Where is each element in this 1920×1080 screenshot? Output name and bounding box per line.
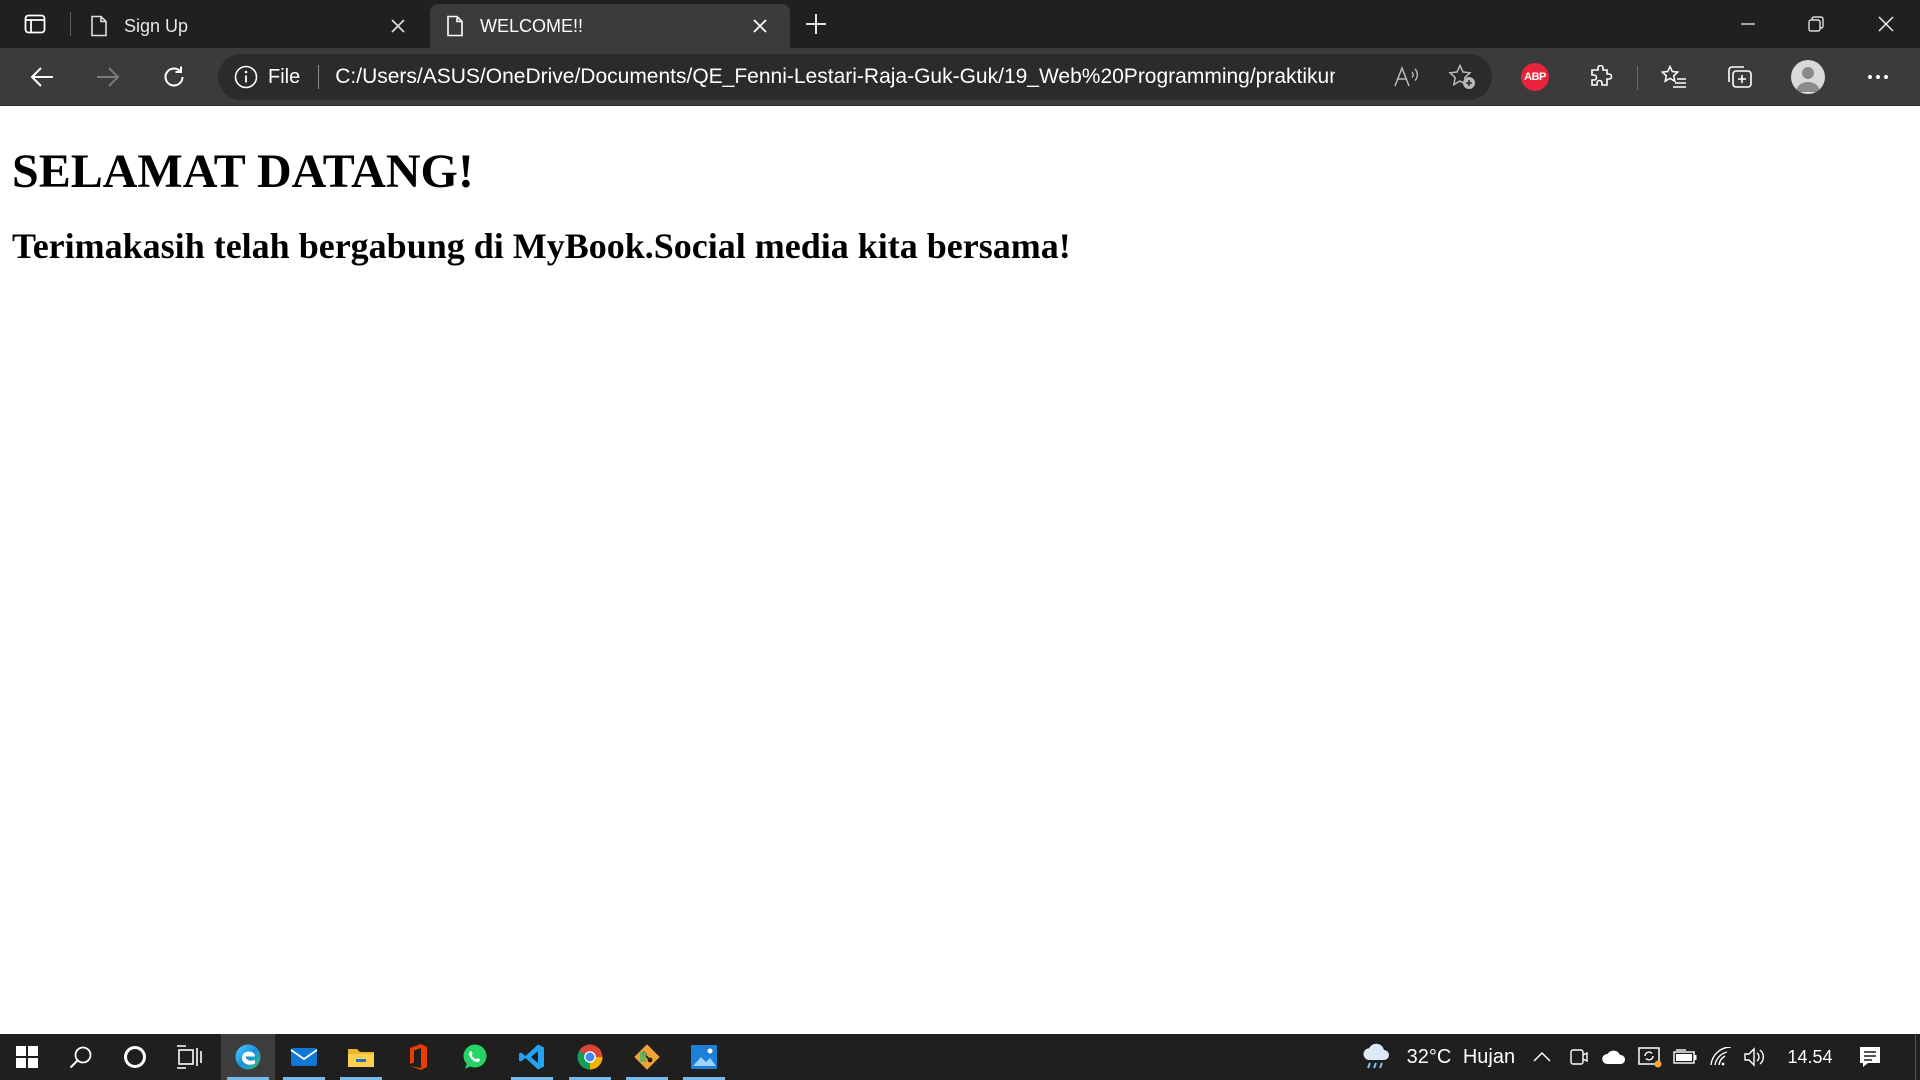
show-hidden-icons-chevron-icon[interactable] [1528, 1034, 1556, 1080]
refresh-button[interactable] [154, 57, 194, 97]
weather-temperature[interactable]: 32°C [1400, 1034, 1458, 1080]
search-icon [69, 1046, 92, 1069]
cortana-button[interactable] [108, 1034, 162, 1080]
weather-icon[interactable] [1356, 1034, 1396, 1080]
profile-button[interactable] [1788, 57, 1828, 97]
star-add-icon [1448, 64, 1475, 89]
taskbar-app-vscode[interactable] [505, 1034, 559, 1080]
battery-icon[interactable] [1670, 1034, 1700, 1080]
browser-toolbar: File C:/Users/ASUS/OneDrive/Documents/QE… [0, 48, 1920, 106]
close-tab-icon[interactable] [746, 12, 774, 40]
page-icon [90, 15, 108, 37]
start-button[interactable] [0, 1034, 54, 1080]
add-favorite-button[interactable] [1442, 57, 1482, 97]
taskbar-app-mail[interactable] [277, 1034, 331, 1080]
tab-actions-button[interactable] [12, 8, 58, 40]
forward-arrow-icon [97, 67, 120, 87]
weather-condition[interactable]: Hujan [1458, 1034, 1520, 1080]
adblock-icon: ABP [1521, 63, 1549, 91]
puzzle-icon [1591, 65, 1613, 86]
restore-button[interactable] [1782, 0, 1850, 48]
show-desktop-button[interactable] [1910, 1034, 1920, 1080]
more-horizontal-icon [1868, 75, 1888, 79]
search-button[interactable] [54, 1034, 108, 1080]
wifi-icon[interactable] [1706, 1034, 1736, 1080]
avatar [1791, 60, 1825, 94]
task-view-button[interactable] [162, 1034, 216, 1080]
collections-button[interactable] [1720, 57, 1760, 97]
cortana-circle-icon [124, 1046, 146, 1068]
notification-center-icon[interactable] [1850, 1034, 1890, 1080]
page-icon [446, 15, 464, 37]
update-status-icon[interactable] [1636, 1034, 1664, 1080]
close-icon [1878, 16, 1894, 32]
web-page-content: SELAMAT DATANG! Terimakasih telah bergab… [0, 106, 1920, 1034]
taskbar-app-git[interactable] [620, 1034, 674, 1080]
favorites-button[interactable] [1654, 57, 1694, 97]
chrome-icon [577, 1044, 603, 1070]
whatsapp-icon [463, 1044, 487, 1069]
tab-welcome[interactable]: WELCOME!! [430, 4, 790, 48]
new-tab-button[interactable] [800, 8, 832, 40]
read-aloud-icon [1394, 66, 1418, 87]
taskbar-app-file-explorer[interactable] [334, 1034, 388, 1080]
toolbar-divider [1637, 66, 1638, 90]
tab-actions-icon [24, 14, 46, 34]
folder-icon [348, 1049, 374, 1067]
back-button[interactable] [22, 57, 62, 97]
restore-icon [1808, 16, 1824, 32]
plus-icon [806, 14, 826, 34]
back-arrow-icon [30, 67, 53, 87]
address-divider [318, 65, 320, 89]
read-aloud-button[interactable] [1386, 57, 1426, 97]
page-heading: SELAMAT DATANG! [12, 145, 474, 198]
close-tab-icon[interactable] [384, 12, 412, 40]
vscode-icon [519, 1044, 544, 1070]
windows-taskbar: 32°C Hujan 14.54 [0, 1034, 1920, 1080]
minimize-icon [1741, 23, 1755, 25]
site-info-icon[interactable] [234, 65, 258, 89]
windows-logo-icon [16, 1046, 38, 1068]
favorites-list-icon [1661, 65, 1686, 88]
git-icon [634, 1044, 660, 1070]
collections-icon [1728, 66, 1752, 88]
tab-title: WELCOME!! [480, 15, 584, 36]
meet-now-icon[interactable] [1566, 1034, 1592, 1080]
taskbar-app-photos[interactable] [677, 1034, 731, 1080]
url-text[interactable]: C:/Users/ASUS/OneDrive/Documents/QE_Fenn… [335, 65, 1335, 89]
page-subheading: Terimakasih telah bergabung di MyBook.So… [12, 226, 1071, 266]
address-bar[interactable]: File C:/Users/ASUS/OneDrive/Documents/QE… [218, 54, 1492, 100]
task-view-icon [177, 1045, 202, 1069]
settings-more-button[interactable] [1858, 57, 1898, 97]
tab-divider [70, 12, 71, 36]
onedrive-icon[interactable] [1598, 1034, 1630, 1080]
volume-icon[interactable] [1740, 1034, 1770, 1080]
refresh-icon [164, 66, 184, 87]
extensions-button[interactable] [1581, 57, 1621, 97]
taskbar-app-whatsapp[interactable] [448, 1034, 502, 1080]
minimize-button[interactable] [1714, 0, 1782, 48]
forward-button[interactable] [88, 57, 128, 97]
adblock-extension-button[interactable]: ABP [1515, 57, 1555, 97]
taskbar-app-chrome[interactable] [563, 1034, 617, 1080]
close-window-button[interactable] [1852, 0, 1920, 48]
taskbar-app-edge[interactable] [221, 1034, 275, 1080]
photos-icon [691, 1045, 717, 1069]
tab-strip: Sign Up WELCOME!! [0, 0, 1920, 48]
clock[interactable]: 14.54 [1780, 1034, 1840, 1080]
mail-icon [290, 1048, 318, 1066]
taskbar-app-office[interactable] [391, 1034, 445, 1080]
tab-sign-up[interactable]: Sign Up [74, 4, 428, 48]
office-icon [410, 1044, 427, 1070]
tab-title: Sign Up [124, 15, 189, 36]
edge-icon [235, 1044, 261, 1070]
scheme-label: File [268, 65, 301, 88]
